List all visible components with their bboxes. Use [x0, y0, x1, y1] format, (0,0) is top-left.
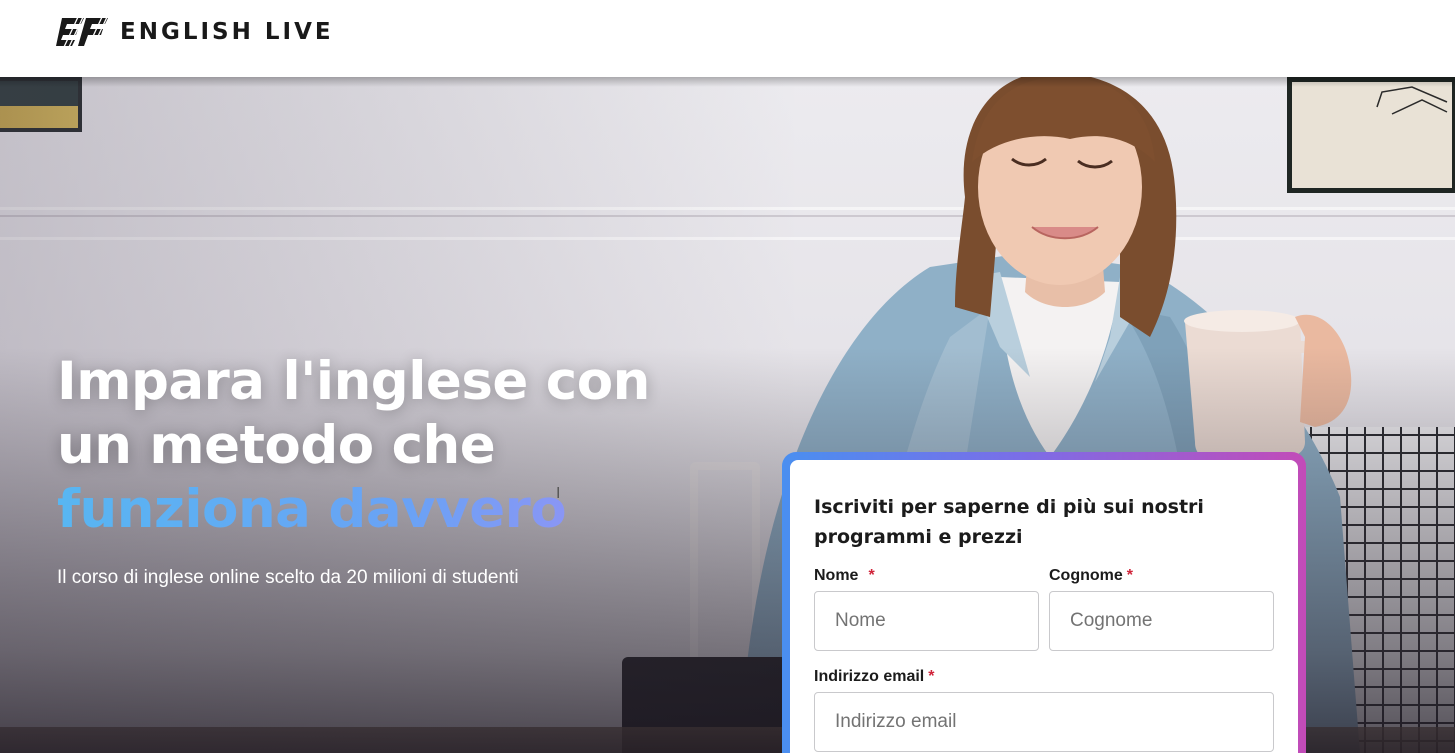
email-input[interactable]	[814, 692, 1274, 752]
email-field: Indirizzo email *	[814, 667, 1274, 752]
required-marker: *	[868, 567, 875, 584]
text-cursor-icon: I	[556, 485, 561, 502]
email-row: Indirizzo email *	[814, 667, 1274, 752]
last-name-field: Cognome *	[1049, 566, 1274, 651]
required-marker: *	[928, 668, 935, 685]
email-label: Indirizzo email	[814, 668, 925, 685]
ef-logo-icon	[56, 16, 108, 48]
form-title: Iscriviti per saperne di più sui nostri …	[814, 496, 1204, 548]
hero-title-line-1: Impara l'inglese con	[57, 351, 650, 412]
hero-title-line-2: un metodo che	[57, 415, 496, 476]
last-name-label: Cognome	[1049, 567, 1123, 584]
name-row: Nome* Cognome*	[814, 566, 1274, 651]
logo-text: ENGLISH LIVE	[120, 19, 334, 45]
required-marker: *	[1126, 567, 1134, 584]
first-name-label: Nome	[814, 567, 859, 584]
first-name-input[interactable]	[814, 591, 1039, 651]
site-header: ENGLISH LIVE	[0, 0, 1455, 77]
ef-english-live-logo[interactable]: ENGLISH LIVE	[56, 16, 334, 48]
last-name-input[interactable]	[1049, 591, 1274, 651]
signup-form-card: Iscriviti per saperne di più sui nostri …	[782, 452, 1306, 753]
hero-title-accent: funziona davvero	[57, 478, 697, 542]
signup-form: Iscriviti per saperne di più sui nostri …	[790, 460, 1298, 753]
hero-title: Impara l'inglese con un metodo che funzi…	[57, 350, 697, 542]
first-name-field: Nome *	[814, 566, 1039, 651]
hero-subtitle: Il corso di inglese online scelto da 20 …	[57, 567, 519, 588]
